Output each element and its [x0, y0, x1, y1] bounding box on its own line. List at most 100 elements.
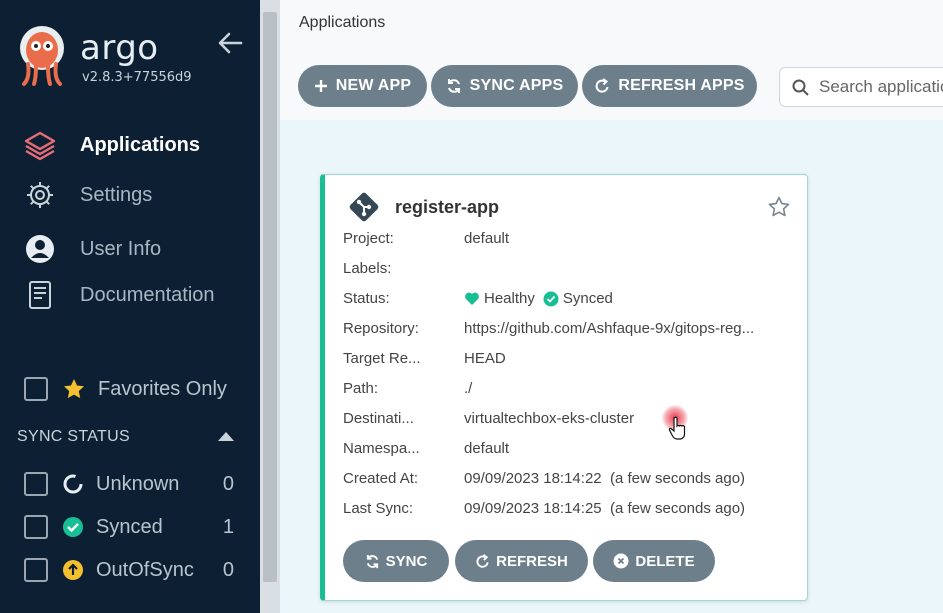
star-outline-icon[interactable]: [767, 195, 791, 219]
field-repository: Repository: https://github.com/Ashfaque-…: [343, 320, 803, 342]
layers-icon: [22, 127, 58, 163]
repository-link[interactable]: https://github.com/Ashfaque-9x/gitops-re…: [464, 320, 794, 337]
field-key: Created At:: [343, 470, 419, 487]
sidebar: argo v2.8.3+77556d9 Applications Setting…: [0, 0, 260, 613]
field-value: default: [464, 440, 510, 457]
arrow-up-circle-icon: [63, 560, 83, 580]
field-value: virtualtechbox-eks-cluster: [464, 410, 635, 427]
star-icon: [64, 379, 84, 399]
field-key: Target Re...: [343, 350, 421, 367]
field-key: Labels:: [343, 260, 392, 277]
sync-icon: [447, 79, 460, 93]
sync-icon: [366, 554, 378, 568]
sync-button[interactable]: SYNC: [343, 540, 449, 582]
field-value: ./: [464, 380, 473, 397]
health-status: Healthy: [484, 290, 535, 307]
field-target-revision: Target Re... HEAD: [343, 350, 803, 372]
search-input[interactable]: [819, 77, 943, 97]
button-label: REFRESH APPS: [618, 77, 745, 94]
nav-user-info[interactable]: User Info: [22, 231, 252, 267]
field-project: Project: default: [343, 230, 803, 252]
sync-status-heading: SYNC STATUS: [17, 428, 130, 445]
brand-name: argo: [80, 28, 159, 68]
field-key: Status:: [343, 290, 390, 307]
filter-count: 0: [222, 558, 234, 581]
close-circle-icon: [613, 553, 629, 569]
button-label: SYNC: [385, 552, 428, 570]
nav-settings[interactable]: Settings: [22, 177, 252, 213]
field-last-sync: Last Sync: 09/09/2023 18:14:25 (a few se…: [343, 500, 803, 522]
filter-checkbox[interactable]: [24, 558, 48, 582]
nav-label: Settings: [80, 183, 153, 206]
book-icon: [22, 277, 58, 313]
plus-icon: [314, 80, 327, 92]
arrow-left-icon[interactable]: [217, 30, 243, 56]
filter-count: 0: [222, 472, 234, 495]
field-value: default: [464, 230, 510, 247]
sync-status: Synced: [562, 290, 613, 307]
filter-checkbox[interactable]: [24, 515, 48, 539]
filter-count: 1: [222, 515, 234, 538]
nav-applications[interactable]: Applications: [22, 127, 252, 163]
filter-label: Unknown: [96, 472, 180, 495]
field-destination: Destinati... virtualtechbox-eks-cluster: [343, 410, 803, 432]
field-created-at: Created At: 09/09/2023 18:14:22 (a few s…: [343, 470, 803, 492]
user-icon: [22, 231, 58, 267]
filter-label: OutOfSync: [96, 558, 194, 581]
heart-icon: [465, 292, 479, 305]
button-label: NEW APP: [335, 77, 412, 94]
field-key: Path:: [343, 380, 379, 397]
circle-notch-icon: [63, 474, 83, 494]
refresh-icon: [595, 78, 609, 93]
argo-octopus-logo[interactable]: [16, 24, 68, 88]
button-label: SYNC APPS: [469, 77, 564, 94]
git-icon: [349, 192, 379, 222]
filter-checkbox[interactable]: [24, 472, 48, 496]
refresh-button[interactable]: REFRESH: [455, 540, 588, 582]
app-card[interactable]: register-app Project: default Labels: St…: [320, 174, 808, 601]
button-label: REFRESH: [496, 552, 568, 570]
nav-label: Applications: [80, 133, 201, 156]
field-namespace: Namespa... default: [343, 440, 803, 462]
field-key: Project:: [343, 230, 394, 247]
favorites-checkbox[interactable]: [24, 377, 48, 401]
field-value: 09/09/2023 18:14:22 (a few seconds ago): [464, 470, 746, 487]
delete-button[interactable]: DELETE: [593, 540, 715, 582]
search-icon: [792, 79, 809, 96]
nav-documentation[interactable]: Documentation: [22, 277, 252, 313]
refresh-apps-button[interactable]: REFRESH APPS: [582, 65, 757, 107]
status-value: Healthy Synced: [464, 290, 794, 307]
field-key: Last Sync:: [343, 500, 414, 517]
field-status: Status: Healthy Synced: [343, 290, 803, 312]
favorites-only-filter[interactable]: Favorites Only: [24, 377, 227, 401]
field-key: Destinati...: [343, 410, 414, 427]
field-key: Namespa...: [343, 440, 420, 457]
favorites-label: Favorites Only: [98, 377, 227, 400]
page-title: Applications: [299, 14, 386, 31]
nav-label: Documentation: [80, 283, 215, 306]
field-labels: Labels:: [343, 260, 803, 282]
app-name[interactable]: register-app: [395, 197, 499, 218]
search-box[interactable]: [779, 67, 943, 107]
check-circle-icon: [63, 517, 83, 537]
refresh-icon: [476, 553, 489, 568]
nav-label: User Info: [80, 237, 162, 260]
scrollbar-thumb[interactable]: [263, 12, 277, 582]
field-key: Repository:: [343, 320, 419, 337]
gear-icon: [22, 177, 58, 213]
field-path: Path: ./: [343, 380, 803, 402]
filter-out-of-sync[interactable]: OutOfSync 0: [24, 557, 234, 583]
hand-cursor-icon: [668, 416, 686, 440]
button-label: DELETE: [635, 552, 695, 570]
field-value: 09/09/2023 18:14:25 (a few seconds ago): [464, 500, 746, 517]
field-value: HEAD: [464, 350, 506, 367]
sync-apps-button[interactable]: SYNC APPS: [431, 65, 578, 107]
filter-unknown[interactable]: Unknown 0: [24, 471, 234, 497]
sidebar-scrollbar[interactable]: [260, 0, 280, 613]
new-app-button[interactable]: NEW APP: [298, 65, 427, 107]
version-label: v2.8.3+77556d9: [82, 70, 192, 85]
filter-label: Synced: [96, 515, 163, 538]
filter-synced[interactable]: Synced 1: [24, 514, 234, 540]
caret-up-icon[interactable]: [218, 432, 234, 441]
check-circle-icon: [543, 291, 559, 306]
